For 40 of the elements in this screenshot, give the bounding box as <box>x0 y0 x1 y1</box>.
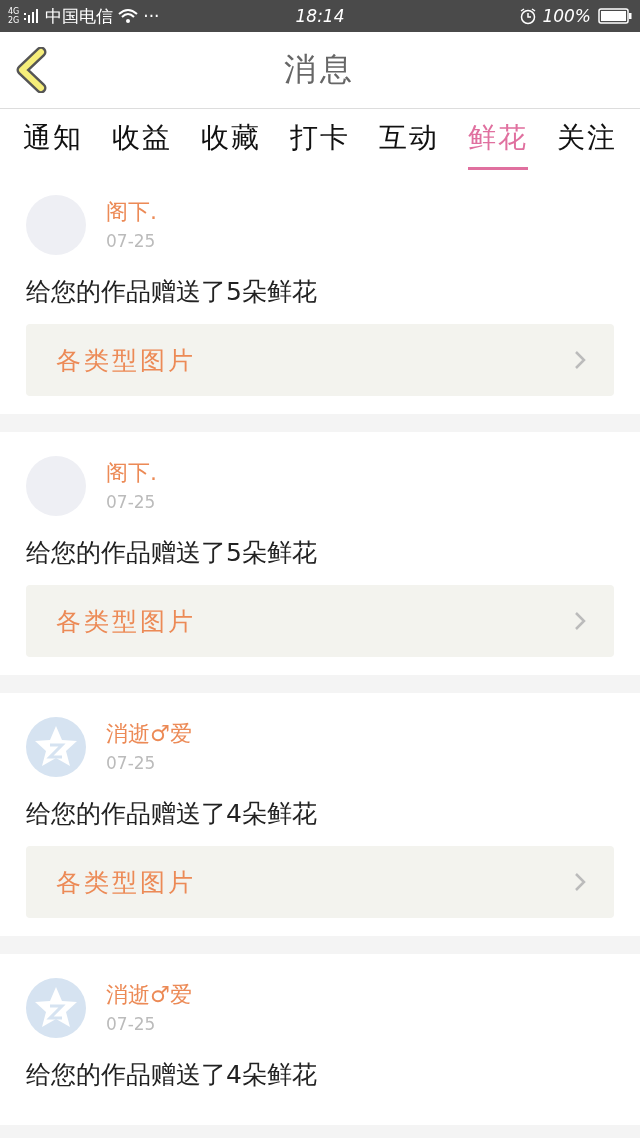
tab[interactable]: 打卡 <box>290 110 350 170</box>
message-date: 07-25 <box>106 492 157 512</box>
message-text: 给您的作品赠送了5朵鲜花 <box>26 276 318 308</box>
back-icon[interactable] <box>14 47 48 93</box>
artwork-title: 各类型图片 <box>56 344 196 377</box>
star-avatar-icon <box>26 978 86 1038</box>
wifi-icon <box>118 8 139 24</box>
tab[interactable]: 收藏 <box>200 110 261 170</box>
message-text: 给您的作品赠送了4朵鲜花 <box>26 798 318 830</box>
tab[interactable]: 通知 <box>22 110 83 170</box>
artwork-link[interactable]: 各类型图片 <box>26 585 614 657</box>
tab[interactable]: 互动 <box>379 110 440 170</box>
message-text: 给您的作品赠送了4朵鲜花 <box>26 1059 318 1091</box>
sender-name[interactable]: 阁下. <box>106 458 157 488</box>
sender-name[interactable]: 消逝♂爱 <box>106 719 192 749</box>
tab[interactable]: 关注 <box>557 110 618 170</box>
chevron-right-icon <box>574 350 586 370</box>
artwork-title: 各类型图片 <box>56 605 196 638</box>
page-title: 消息 <box>284 49 356 90</box>
clock: 18:14 <box>294 6 346 26</box>
tab[interactable]: 收益 <box>111 110 172 170</box>
star-avatar-icon <box>26 717 86 777</box>
chevron-right-icon <box>574 611 586 631</box>
message-date: 07-25 <box>106 1014 157 1034</box>
alarm-icon <box>519 7 538 25</box>
network-indicator: 4G 2G <box>8 7 20 25</box>
signal-icon <box>24 9 41 23</box>
artwork-link[interactable]: 各类型图片 <box>26 846 614 918</box>
sender-name[interactable]: 阁下. <box>106 197 157 227</box>
message-text: 给您的作品赠送了5朵鲜花 <box>26 537 318 569</box>
message-date: 07-25 <box>106 753 157 773</box>
sender-name[interactable]: 消逝♂爱 <box>106 980 192 1010</box>
more-indicator: ··· <box>143 6 160 26</box>
artwork-link[interactable]: 各类型图片 <box>26 324 614 396</box>
battery-icon <box>598 8 632 24</box>
battery-percent: 100% <box>542 6 591 26</box>
artwork-title: 各类型图片 <box>56 866 196 899</box>
carrier-name: 中国电信 <box>45 4 114 28</box>
message-date: 07-25 <box>106 231 157 251</box>
chevron-right-icon <box>574 872 586 892</box>
